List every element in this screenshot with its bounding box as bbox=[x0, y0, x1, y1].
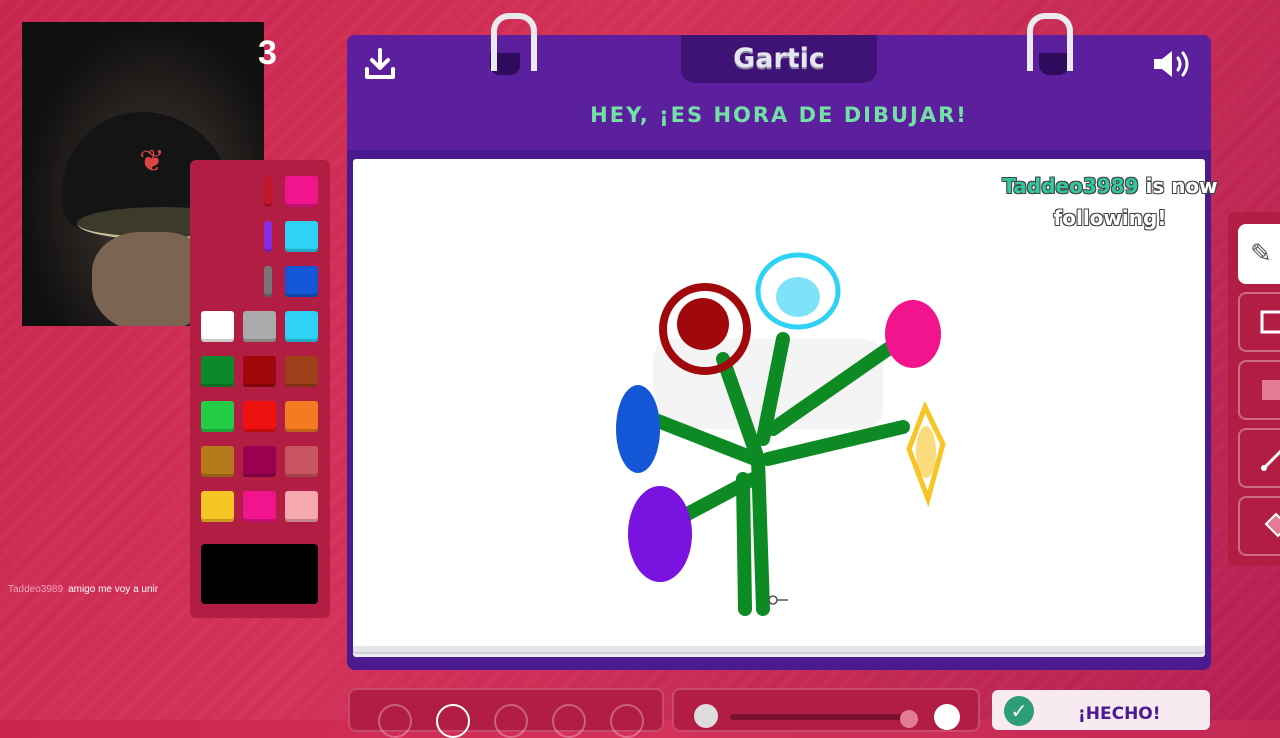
color-swatch[interactable] bbox=[285, 266, 318, 297]
follow-notification: Taddeo3989 is now following! bbox=[960, 170, 1260, 234]
speaker-icon[interactable] bbox=[1151, 47, 1195, 88]
opacity-track[interactable] bbox=[730, 714, 910, 720]
binder-ring-left bbox=[491, 13, 537, 71]
color-swatch[interactable] bbox=[243, 491, 276, 522]
opacity-handle[interactable] bbox=[900, 710, 918, 728]
tool-panel: ✎ bbox=[1228, 212, 1280, 566]
flower-pink bbox=[885, 300, 941, 368]
brush-size-3[interactable] bbox=[494, 704, 528, 738]
flower-blue bbox=[616, 385, 660, 473]
color-swatch[interactable] bbox=[285, 356, 318, 387]
color-swatch[interactable] bbox=[264, 221, 272, 252]
color-swatch[interactable] bbox=[285, 446, 318, 477]
brush-size-panel bbox=[348, 688, 664, 738]
line-icon[interactable] bbox=[1238, 428, 1280, 488]
color-swatch[interactable] bbox=[285, 491, 318, 522]
selected-color-swatch[interactable] bbox=[201, 544, 318, 604]
rectangle-outline-icon[interactable] bbox=[1238, 292, 1280, 352]
chat-message: Taddeo3989 amigo me voy a unir bbox=[8, 584, 158, 595]
game-logo: Gartic bbox=[733, 43, 825, 74]
color-swatch[interactable] bbox=[201, 446, 234, 477]
brush-size-2[interactable] bbox=[436, 704, 470, 738]
drawing-board: Gartic HEY, ¡ES HORA DE DIBUJAR! bbox=[347, 13, 1211, 670]
opacity-max-dot bbox=[934, 704, 960, 730]
opacity-min-dot bbox=[694, 704, 718, 728]
color-swatch[interactable] bbox=[285, 311, 318, 342]
brush-size-4[interactable] bbox=[552, 704, 586, 738]
color-swatch[interactable] bbox=[201, 401, 234, 432]
round-number: 3 bbox=[258, 34, 277, 72]
download-icon[interactable] bbox=[363, 47, 397, 88]
color-swatch[interactable] bbox=[201, 491, 234, 522]
color-swatch[interactable] bbox=[285, 176, 318, 207]
color-swatch[interactable] bbox=[201, 356, 234, 387]
follow-text-line1: is now bbox=[1145, 174, 1218, 198]
brush-size-1[interactable] bbox=[378, 704, 412, 738]
brush-cursor bbox=[768, 595, 788, 605]
follow-username: Taddeo3989 bbox=[1002, 174, 1139, 198]
flower-yellow bbox=[906, 400, 946, 508]
color-swatch[interactable] bbox=[264, 266, 272, 297]
check-icon: ✓ bbox=[1004, 696, 1034, 726]
follow-text-line2: following! bbox=[1053, 206, 1167, 230]
color-swatch[interactable] bbox=[243, 356, 276, 387]
color-swatch[interactable] bbox=[201, 311, 234, 342]
flower-purple bbox=[628, 486, 692, 582]
color-swatch[interactable] bbox=[264, 176, 272, 207]
color-swatch[interactable] bbox=[285, 221, 318, 252]
rectangle-fill-icon[interactable] bbox=[1238, 360, 1280, 420]
chat-text: amigo me voy a unir bbox=[68, 584, 159, 595]
done-button-label: ¡HECHO! bbox=[1078, 704, 1161, 724]
pencil-icon[interactable]: ✎ bbox=[1238, 224, 1280, 284]
color-swatch[interactable] bbox=[285, 401, 318, 432]
brush-size-5[interactable] bbox=[610, 704, 644, 738]
cap-logo: ❦ bbox=[139, 144, 165, 179]
drawing-instruction: HEY, ¡ES HORA DE DIBUJAR! bbox=[590, 103, 968, 127]
flower-light-blue bbox=[755, 252, 841, 330]
binder-ring-right bbox=[1027, 13, 1073, 71]
opacity-slider-panel[interactable] bbox=[672, 688, 980, 732]
fill-bucket-icon[interactable] bbox=[1238, 496, 1280, 556]
color-swatch[interactable] bbox=[243, 401, 276, 432]
chat-username: Taddeo3989 bbox=[8, 584, 64, 595]
color-swatch[interactable] bbox=[243, 311, 276, 342]
color-swatch[interactable] bbox=[243, 446, 276, 477]
